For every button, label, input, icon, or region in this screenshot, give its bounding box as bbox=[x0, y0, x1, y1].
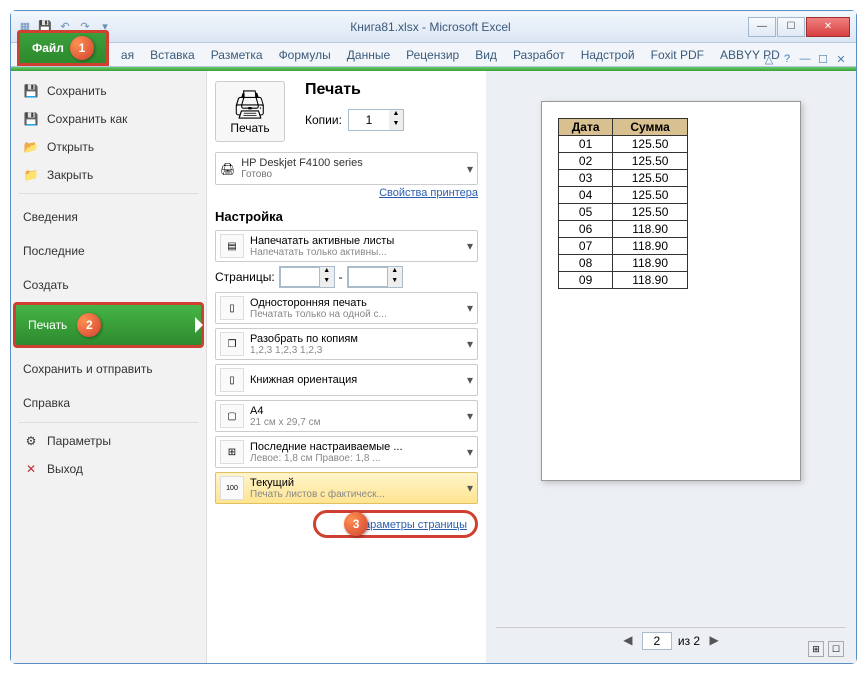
menu-exit[interactable]: ✕Выход bbox=[11, 455, 206, 483]
options-icon: ⚙ bbox=[23, 433, 39, 449]
table-row: 04125.50 bbox=[559, 187, 688, 204]
page-icon: ▯ bbox=[220, 296, 244, 320]
menu-share[interactable]: Сохранить и отправить bbox=[11, 354, 206, 384]
print-preview-panel: Дата Сумма 01125.5002125.5003125.5004125… bbox=[486, 71, 856, 663]
tab-home[interactable]: ая bbox=[113, 44, 142, 66]
pages-label: Страницы: bbox=[215, 270, 275, 284]
copies-input[interactable]: ▲▼ bbox=[348, 109, 404, 131]
page-count-label: из 2 bbox=[678, 634, 700, 648]
portrait-icon: ▯ bbox=[220, 368, 244, 392]
minimize-button[interactable]: — bbox=[748, 17, 776, 37]
prev-page-button[interactable]: ◀ bbox=[620, 633, 636, 649]
margins-icon: ⊞ bbox=[220, 440, 244, 464]
chevron-down-icon: ▾ bbox=[467, 409, 473, 423]
page-number-input[interactable] bbox=[642, 632, 672, 650]
doc-restore-icon[interactable]: ☐ bbox=[816, 52, 830, 66]
show-margins-icon[interactable]: ⊞ bbox=[808, 641, 824, 657]
print-button[interactable]: 🖨 Печать bbox=[215, 81, 285, 142]
spin-up-icon[interactable]: ▲ bbox=[389, 110, 403, 120]
close-button[interactable]: ✕ bbox=[806, 17, 850, 37]
page-to-input[interactable]: ▲▼ bbox=[347, 266, 403, 288]
menu-new[interactable]: Создать bbox=[11, 270, 206, 300]
table-row: 06118.90 bbox=[559, 221, 688, 238]
copies-label: Копии: bbox=[305, 113, 342, 127]
page-from-input[interactable]: ▲▼ bbox=[279, 266, 335, 288]
print-settings-panel: 🖨 Печать Печать Копии: ▲▼ 🖨 bbox=[206, 71, 486, 663]
chevron-down-icon: ▾ bbox=[467, 445, 473, 459]
tab-foxit[interactable]: Foxit PDF bbox=[643, 44, 712, 66]
chevron-down-icon: ▾ bbox=[467, 239, 473, 253]
menu-save-as[interactable]: 💾Сохранить как bbox=[11, 105, 206, 133]
backstage-menu: 💾Сохранить 💾Сохранить как 📂Открыть 📁Закр… bbox=[11, 71, 206, 663]
maximize-button[interactable]: ☐ bbox=[777, 17, 805, 37]
table-row: 08118.90 bbox=[559, 255, 688, 272]
menu-print[interactable]: Печать 2 bbox=[13, 302, 204, 348]
scaling-dropdown[interactable]: 100 ТекущийПечать листов с фактическ... … bbox=[215, 472, 478, 504]
tab-view[interactable]: Вид bbox=[467, 44, 505, 66]
tab-layout[interactable]: Разметка bbox=[203, 44, 271, 66]
orientation-dropdown[interactable]: ▯ Книжная ориентация ▾ bbox=[215, 364, 478, 396]
window-title: Книга81.xlsx - Microsoft Excel bbox=[113, 20, 748, 34]
page-setup-link[interactable]: Параметры страницы bbox=[356, 519, 467, 531]
menu-save[interactable]: 💾Сохранить bbox=[11, 77, 206, 105]
menu-info[interactable]: Сведения bbox=[11, 202, 206, 232]
save-icon: 💾 bbox=[23, 83, 39, 99]
doc-close-icon[interactable]: ✕ bbox=[834, 52, 848, 66]
tab-developer[interactable]: Разработ bbox=[505, 44, 573, 66]
sides-dropdown[interactable]: ▯ Односторонняя печатьПечатать только на… bbox=[215, 292, 478, 324]
printer-properties-link[interactable]: Свойства принтера bbox=[215, 187, 478, 199]
menu-help[interactable]: Справка bbox=[11, 388, 206, 418]
table-row: 05125.50 bbox=[559, 204, 688, 221]
table-row: 03125.50 bbox=[559, 170, 688, 187]
preview-page: Дата Сумма 01125.5002125.5003125.5004125… bbox=[541, 101, 801, 481]
margins-dropdown[interactable]: ⊞ Последние настраиваемые ...Левое: 1,8 … bbox=[215, 436, 478, 468]
printer-icon: 🖨 bbox=[222, 88, 278, 121]
chevron-down-icon: ▾ bbox=[467, 301, 473, 315]
doc-minimize-icon[interactable]: — bbox=[798, 52, 812, 66]
open-icon: 📂 bbox=[23, 139, 39, 155]
spin-down-icon[interactable]: ▼ bbox=[389, 120, 403, 130]
chevron-down-icon: ▾ bbox=[467, 481, 473, 495]
paper-dropdown[interactable]: ▢ A421 см x 29,7 см ▾ bbox=[215, 400, 478, 432]
exit-icon: ✕ bbox=[23, 461, 39, 477]
collate-dropdown[interactable]: ❐ Разобрать по копиям1,2,3 1,2,3 1,2,3 ▾ bbox=[215, 328, 478, 360]
table-row: 09118.90 bbox=[559, 272, 688, 289]
tab-formulas[interactable]: Формулы bbox=[271, 44, 339, 66]
collate-icon: ❐ bbox=[220, 332, 244, 356]
menu-close[interactable]: 📁Закрыть bbox=[11, 161, 206, 189]
chevron-down-icon: ▾ bbox=[467, 337, 473, 351]
tab-insert[interactable]: Вставка bbox=[142, 44, 203, 66]
help-icon[interactable]: ? bbox=[780, 52, 794, 66]
preview-table: Дата Сумма 01125.5002125.5003125.5004125… bbox=[558, 118, 688, 289]
table-row: 07118.90 bbox=[559, 238, 688, 255]
paper-icon: ▢ bbox=[220, 404, 244, 428]
tab-addins[interactable]: Надстрой bbox=[573, 44, 643, 66]
zoom-to-page-icon[interactable]: ☐ bbox=[828, 641, 844, 657]
settings-heading: Настройка bbox=[215, 209, 478, 224]
page-setup-link-wrapper: 3 Параметры страницы bbox=[313, 510, 478, 538]
print-what-dropdown[interactable]: ▤ Напечатать активные листыНапечатать то… bbox=[215, 230, 478, 262]
callout-2: 2 bbox=[77, 313, 101, 337]
printer-icon: 🖨 bbox=[220, 162, 235, 176]
chevron-down-icon: ▾ bbox=[467, 373, 473, 387]
file-tab[interactable]: Файл 1 bbox=[17, 30, 109, 66]
next-page-button[interactable]: ▶ bbox=[706, 633, 722, 649]
callout-3: 3 bbox=[344, 512, 368, 536]
menu-recent[interactable]: Последние bbox=[11, 236, 206, 266]
menu-open[interactable]: 📂Открыть bbox=[11, 133, 206, 161]
chevron-down-icon: ▾ bbox=[467, 162, 473, 176]
ribbon-minimize-icon[interactable]: △ bbox=[762, 52, 776, 66]
tab-review[interactable]: Рецензир bbox=[398, 44, 467, 66]
callout-1: 1 bbox=[70, 36, 94, 60]
save-as-icon: 💾 bbox=[23, 111, 39, 127]
tab-data[interactable]: Данные bbox=[339, 44, 398, 66]
menu-options[interactable]: ⚙Параметры bbox=[11, 427, 206, 455]
scaling-icon: 100 bbox=[220, 476, 244, 500]
table-row: 01125.50 bbox=[559, 136, 688, 153]
printer-dropdown[interactable]: 🖨 HP Deskjet F4100 series Готово ▾ bbox=[215, 152, 478, 185]
print-heading: Печать bbox=[305, 81, 478, 99]
table-row: 02125.50 bbox=[559, 153, 688, 170]
close-doc-icon: 📁 bbox=[23, 167, 39, 183]
sheets-icon: ▤ bbox=[220, 234, 244, 258]
